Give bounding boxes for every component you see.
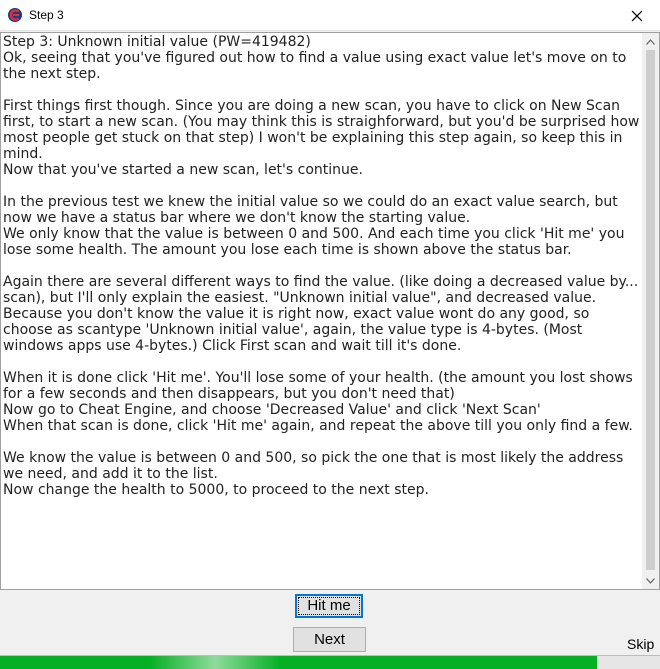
- tutorial-line: Ok, seeing that you've figured out how t…: [3, 50, 631, 82]
- health-bar: [0, 655, 660, 669]
- chevron-up-icon: [646, 38, 655, 45]
- scroll-up-arrow[interactable]: [642, 33, 659, 50]
- tutorial-line: We only know that the value is between 0…: [3, 226, 629, 258]
- tutorial-line: We know the value is between 0 and 500, …: [3, 450, 628, 482]
- close-button[interactable]: [614, 0, 660, 31]
- tutorial-line: Again there are several different ways t…: [3, 274, 643, 306]
- next-button[interactable]: Next: [293, 627, 366, 652]
- tutorial-text-memo[interactable]: Step 3: Unknown initial value (PW=419482…: [0, 32, 660, 590]
- chevron-down-icon: [646, 577, 655, 584]
- tutorial-line: When it is done click 'Hit me'. You'll l…: [3, 370, 638, 402]
- tutorial-line: First things first though. Since you are…: [3, 98, 640, 162]
- tutorial-line: In the previous test we knew the initial…: [3, 194, 623, 226]
- tutorial-line: Now change the health to 5000, to procee…: [3, 482, 429, 498]
- close-icon: [631, 10, 643, 21]
- health-bar-fill: [0, 656, 598, 669]
- title-bar: Step 3: [0, 0, 660, 31]
- skip-link[interactable]: Skip: [627, 636, 654, 652]
- tutorial-line: Step 3: Unknown initial value (PW=419482…: [3, 34, 311, 50]
- scroll-down-arrow[interactable]: [642, 572, 659, 589]
- cheat-engine-icon: [8, 8, 22, 22]
- hit-me-button[interactable]: Hit me: [295, 594, 363, 618]
- tutorial-line: Because you don't know the value it is r…: [3, 306, 594, 354]
- tutorial-line: When that scan is done, click 'Hit me' a…: [3, 418, 633, 434]
- tutorial-line: Now that you've started a new scan, let'…: [3, 162, 363, 178]
- tutorial-text: Step 3: Unknown initial value (PW=419482…: [3, 34, 643, 498]
- tutorial-line: Now go to Cheat Engine, and choose 'Decr…: [3, 402, 541, 418]
- vertical-scrollbar[interactable]: [642, 33, 659, 589]
- scrollbar-thumb[interactable]: [646, 50, 655, 570]
- window-title: Step 3: [29, 8, 64, 22]
